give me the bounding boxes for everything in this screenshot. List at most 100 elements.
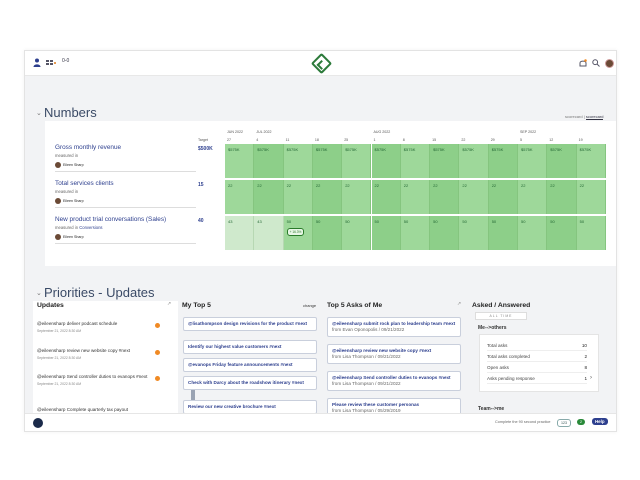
score-cell[interactable]: 50	[547, 216, 577, 250]
score-cell[interactable]: 50	[342, 216, 372, 250]
score-value: $575K	[491, 147, 504, 152]
person-icon[interactable]	[33, 58, 41, 69]
week-header: 1	[373, 138, 376, 142]
score-value: $575K	[462, 147, 474, 152]
score-value: 50	[315, 219, 321, 224]
priority-item[interactable]: @lisathompson design revisions for the p…	[183, 317, 317, 331]
score-cell[interactable]: 43	[225, 216, 255, 250]
score-cell[interactable]: $575K	[518, 144, 548, 178]
toggle-right[interactable]: scorecard	[585, 114, 604, 120]
score-cell[interactable]: 50	[312, 216, 343, 250]
stat-row: Total asks 10	[487, 343, 587, 351]
score-cell[interactable]: 50	[576, 216, 606, 250]
score-cell[interactable]: 50 + 16.3%	[283, 216, 313, 250]
score-cell[interactable]: $575K	[400, 144, 431, 178]
score-cell[interactable]: 22	[518, 180, 548, 214]
score-cell[interactable]: 22	[488, 180, 518, 214]
search-icon[interactable]	[592, 59, 600, 69]
score-cell[interactable]: $575K	[254, 144, 284, 178]
score-value: 50	[521, 219, 526, 224]
score-cell[interactable]: $575K	[342, 144, 372, 178]
score-cell[interactable]: $575K	[283, 144, 313, 178]
priority-item[interactable]: @evanops Friday feature announcements #n…	[183, 358, 317, 372]
score-cell[interactable]: 22	[342, 180, 372, 214]
score-cell[interactable]: $575K	[312, 144, 343, 178]
score-value: 22	[491, 183, 497, 188]
metric-row-label[interactable]: Gross monthly revenue measured in Eileen …	[55, 144, 196, 172]
help-button[interactable]: Help	[592, 418, 608, 425]
toggle-left[interactable]: scorecard	[565, 114, 583, 119]
score-cell[interactable]: $575K	[547, 144, 577, 178]
bell-icon[interactable]	[579, 59, 587, 70]
brand-logo[interactable]	[310, 52, 333, 75]
nav-glyph[interactable]: 0-0	[62, 59, 69, 64]
score-cell[interactable]: 22	[576, 180, 606, 214]
row-divider	[55, 207, 196, 208]
score-cell[interactable]: $575K	[488, 144, 518, 178]
score-cell[interactable]: 50	[518, 216, 548, 250]
practice-text[interactable]: Complete the 90 second practice	[495, 420, 551, 424]
score-cell[interactable]: $575K	[371, 144, 401, 178]
count-pill-a[interactable]: 123	[557, 419, 571, 427]
score-value: 22	[403, 183, 409, 188]
priority-item[interactable]: Review our new creative brochure #next	[183, 400, 317, 414]
stat-value: 10	[581, 343, 587, 348]
count-pill-b[interactable]: 2	[577, 419, 585, 425]
collapse-priorities-icon[interactable]: ⌄	[36, 289, 42, 297]
score-value: 50	[579, 219, 585, 224]
score-cell[interactable]: $575K	[430, 144, 460, 178]
apps-icon[interactable]	[46, 60, 56, 68]
score-cell[interactable]: 22	[254, 180, 284, 214]
score-cell[interactable]: 50	[400, 216, 431, 250]
priority-item[interactable]: Identify our highest value customers #ne…	[183, 340, 317, 354]
stat-row: Asks pending response 1	[487, 376, 587, 384]
external-link-icon[interactable]: ↗	[167, 301, 171, 307]
score-cell[interactable]: 22	[430, 180, 460, 214]
ask-item[interactable]: @eileensharp review new website copy #ne…	[327, 344, 461, 364]
avatar[interactable]	[605, 59, 614, 68]
month-header: AUG 2022	[373, 130, 391, 134]
stat-label: Total asks	[487, 343, 508, 348]
score-cell[interactable]: 50	[430, 216, 460, 250]
metric-name[interactable]: New product trial conversations (Sales)	[55, 216, 196, 223]
update-item[interactable]: @eileensharp deliver podcast schedule Sep…	[37, 321, 163, 333]
score-cell[interactable]: 22	[400, 180, 431, 214]
update-item[interactable]: @eileensharp review new website copy #ne…	[37, 348, 163, 360]
score-cell[interactable]: 22	[225, 180, 255, 214]
measured-unit: Conversions	[79, 225, 103, 230]
score-cell[interactable]: 43	[254, 216, 284, 250]
metric-row-label[interactable]: New product trial conversations (Sales) m…	[55, 216, 196, 244]
score-cell[interactable]: 50	[371, 216, 401, 250]
metric-row-label[interactable]: Total services clients measured in Eileen…	[55, 180, 196, 208]
ask-item[interactable]: @eileensharp submit rock plan to leaders…	[327, 317, 461, 337]
avatar	[55, 234, 61, 240]
score-value: $575K	[374, 147, 387, 152]
metric-measured: measured in	[55, 189, 196, 194]
time-filter[interactable]: ALL TIME	[475, 312, 527, 320]
week-header: 12	[549, 138, 554, 142]
metric-owner: Eileen Sharp	[55, 234, 196, 240]
ask-item[interactable]: @eileensharp Send controller duties to e…	[327, 371, 461, 391]
metric-name[interactable]: Total services clients	[55, 180, 196, 187]
update-item[interactable]: @eileensharp Send controller duties to e…	[37, 374, 163, 386]
collapse-numbers-icon[interactable]: ⌄	[36, 109, 42, 117]
score-value: 43	[228, 219, 233, 224]
score-cell[interactable]: $575K	[225, 144, 255, 178]
external-link-icon[interactable]: ↗	[457, 301, 461, 307]
score-cell[interactable]: 50	[488, 216, 518, 250]
score-cell[interactable]: 22	[371, 180, 401, 214]
priority-item[interactable]: Check with Darcy about the roadshow itin…	[183, 376, 317, 390]
week-header: 18	[314, 138, 319, 142]
change-link[interactable]: change	[303, 303, 316, 308]
score-cell[interactable]: 22	[283, 180, 313, 214]
score-cell[interactable]: 50	[459, 216, 489, 250]
assistant-icon[interactable]	[33, 418, 43, 428]
score-cell[interactable]: 22	[547, 180, 577, 214]
score-cell[interactable]: 22	[312, 180, 343, 214]
metric-name[interactable]: Gross monthly revenue	[55, 144, 196, 151]
score-cell[interactable]: $575K	[459, 144, 489, 178]
score-cell[interactable]: 22	[459, 180, 489, 214]
chevron-right-icon[interactable]: ›	[590, 375, 592, 381]
view-toggle[interactable]: scorecard | scorecard	[565, 114, 604, 120]
score-cell[interactable]: $575K	[576, 144, 606, 178]
